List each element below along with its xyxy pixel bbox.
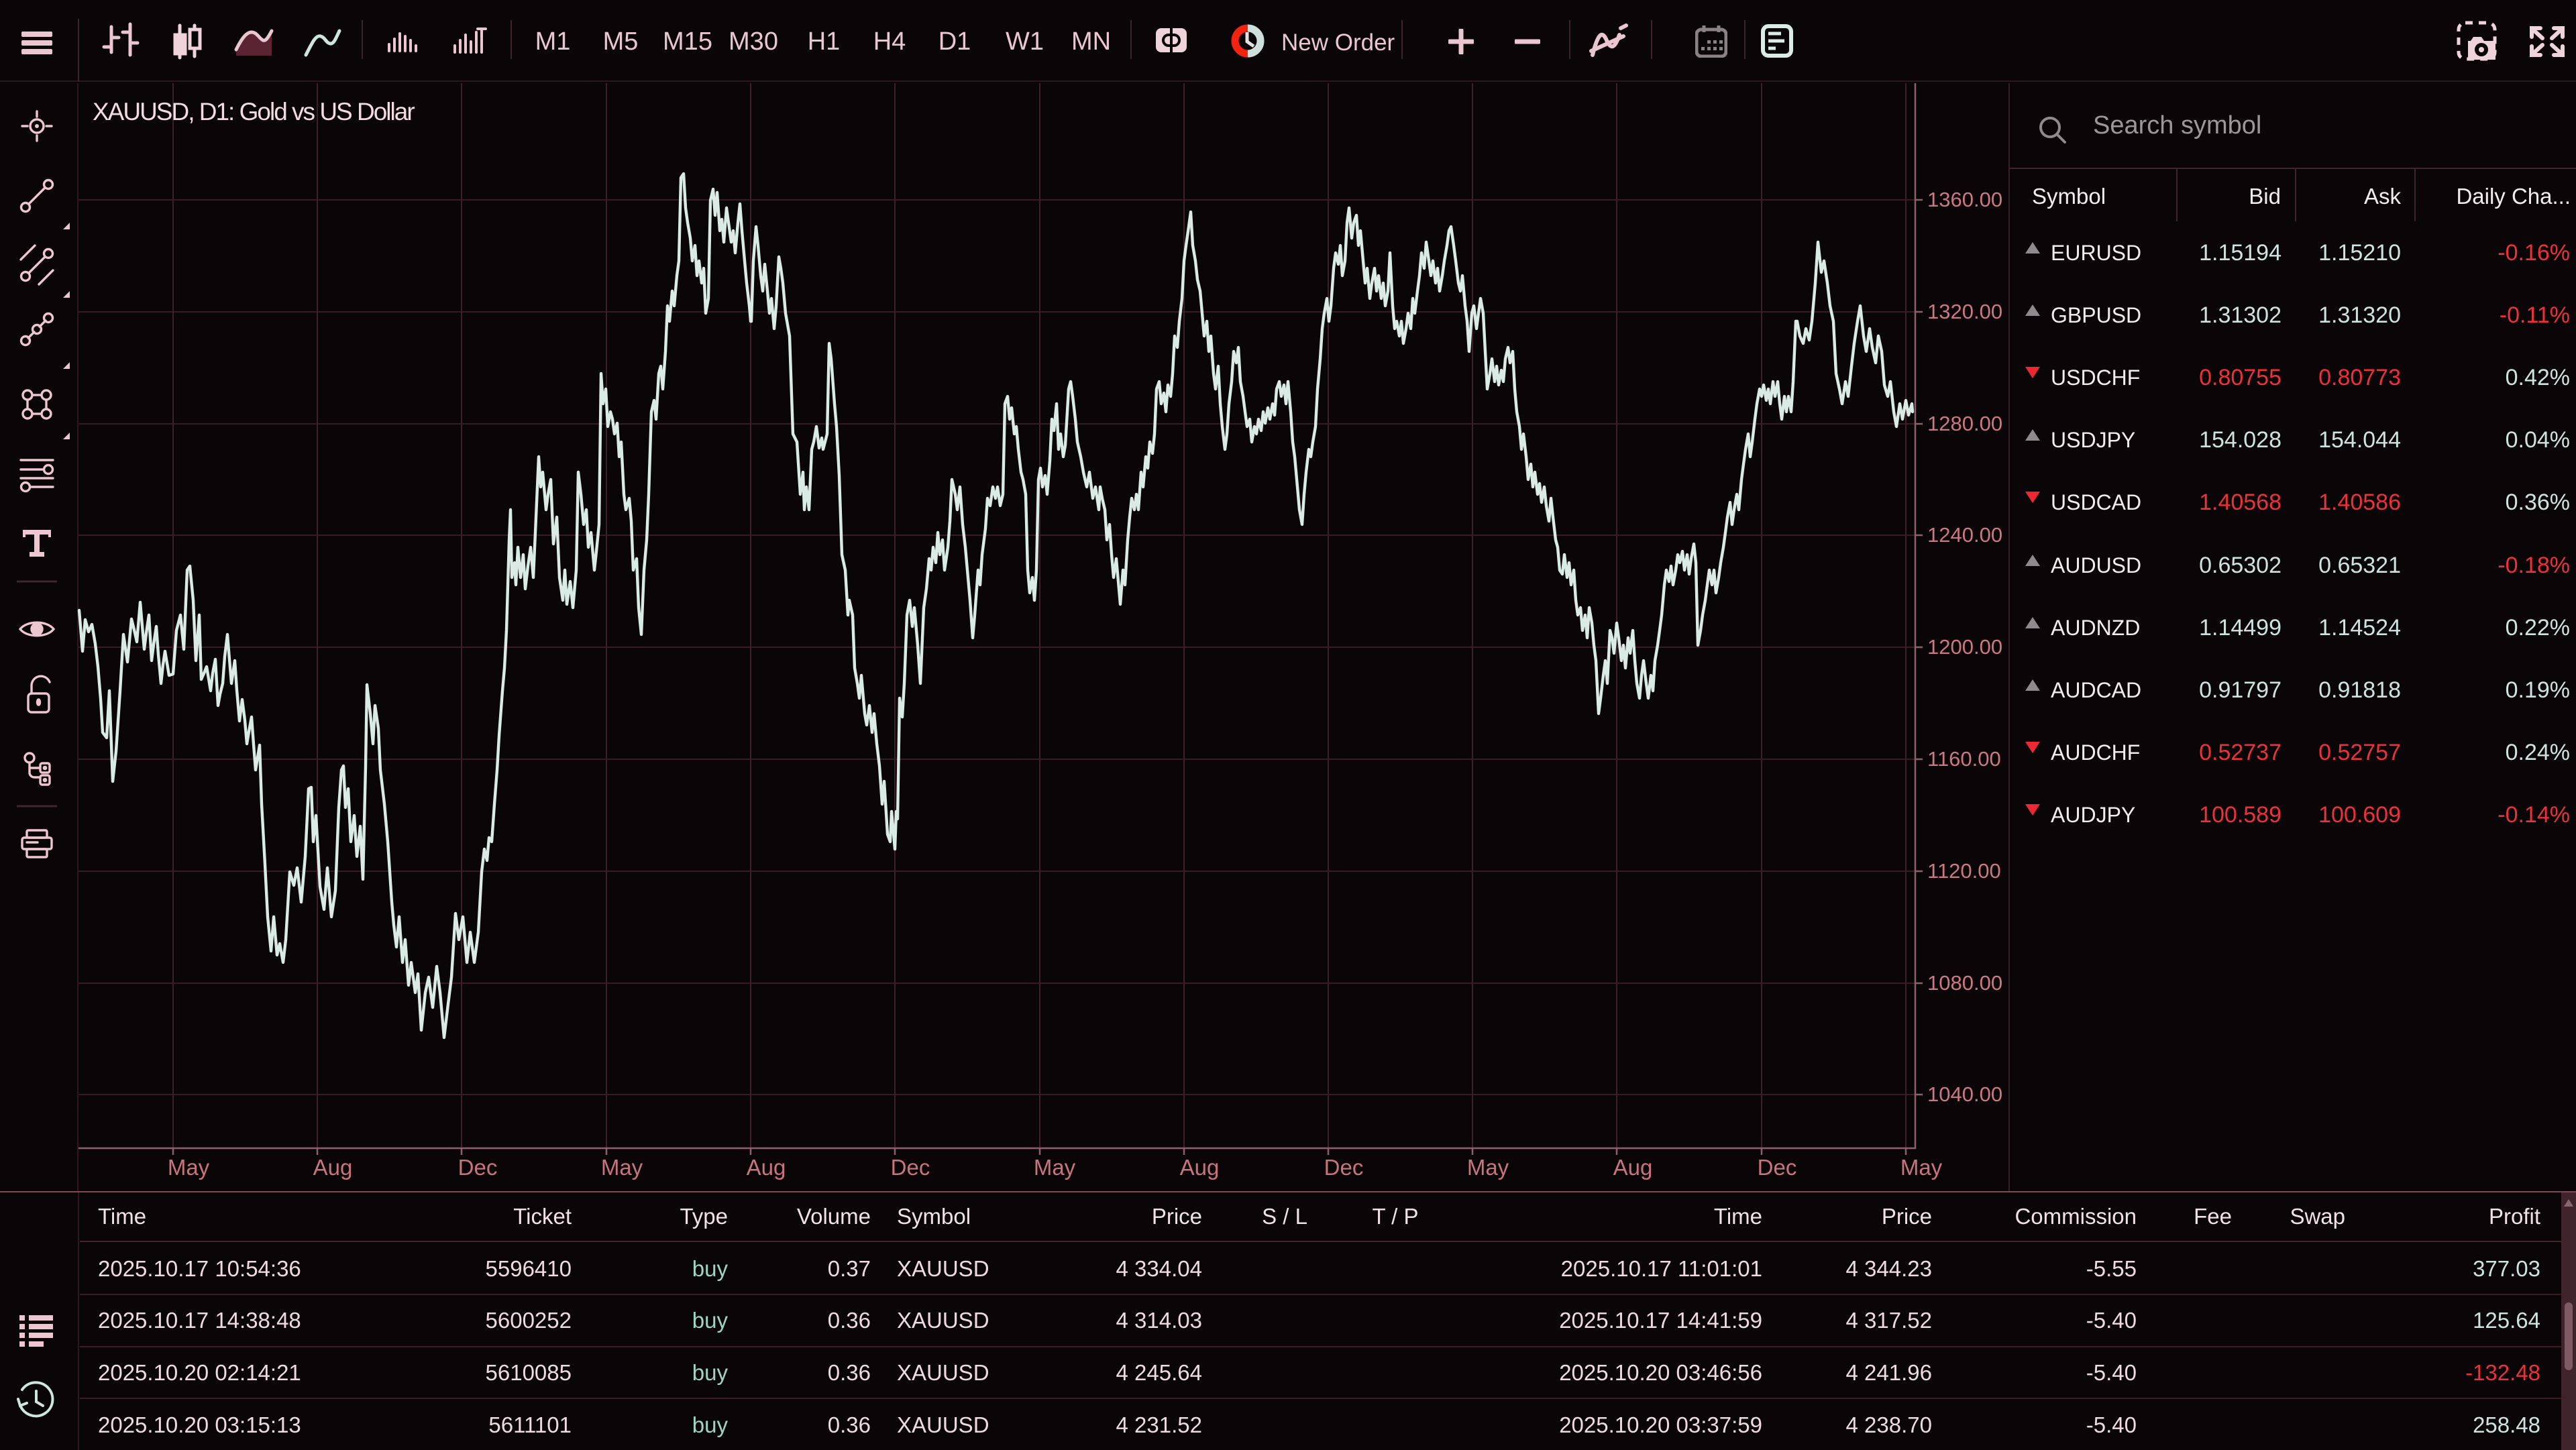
svg-text:1120.00: 1120.00 bbox=[1927, 859, 2001, 883]
svg-text:May: May bbox=[1900, 1155, 1943, 1180]
svg-text:Aug: Aug bbox=[1180, 1155, 1220, 1180]
svg-text:1040.00: 1040.00 bbox=[1927, 1082, 2002, 1106]
svg-text:1280.00: 1280.00 bbox=[1927, 412, 2002, 435]
svg-text:Dec: Dec bbox=[891, 1155, 930, 1180]
svg-text:May: May bbox=[1467, 1155, 1509, 1180]
svg-text:Dec: Dec bbox=[458, 1155, 498, 1180]
svg-text:May: May bbox=[1034, 1155, 1076, 1180]
svg-text:1320.00: 1320.00 bbox=[1927, 300, 2002, 323]
svg-text:Dec: Dec bbox=[1324, 1155, 1364, 1180]
svg-text:May: May bbox=[168, 1155, 210, 1180]
svg-text:1240.00: 1240.00 bbox=[1927, 523, 2002, 547]
svg-text:1360.00: 1360.00 bbox=[1927, 188, 2002, 211]
svg-text:Aug: Aug bbox=[1613, 1155, 1653, 1180]
svg-text:XAUUSD, D1: Gold vs US Dollar: XAUUSD, D1: Gold vs US Dollar bbox=[93, 98, 415, 125]
svg-text:1080.00: 1080.00 bbox=[1927, 971, 2002, 995]
svg-text:Aug: Aug bbox=[313, 1155, 353, 1180]
svg-text:1200.00: 1200.00 bbox=[1927, 635, 2002, 659]
svg-text:May: May bbox=[601, 1155, 643, 1180]
svg-text:1160.00: 1160.00 bbox=[1927, 747, 2001, 771]
svg-text:Dec: Dec bbox=[1758, 1155, 1797, 1180]
svg-text:Aug: Aug bbox=[747, 1155, 786, 1180]
